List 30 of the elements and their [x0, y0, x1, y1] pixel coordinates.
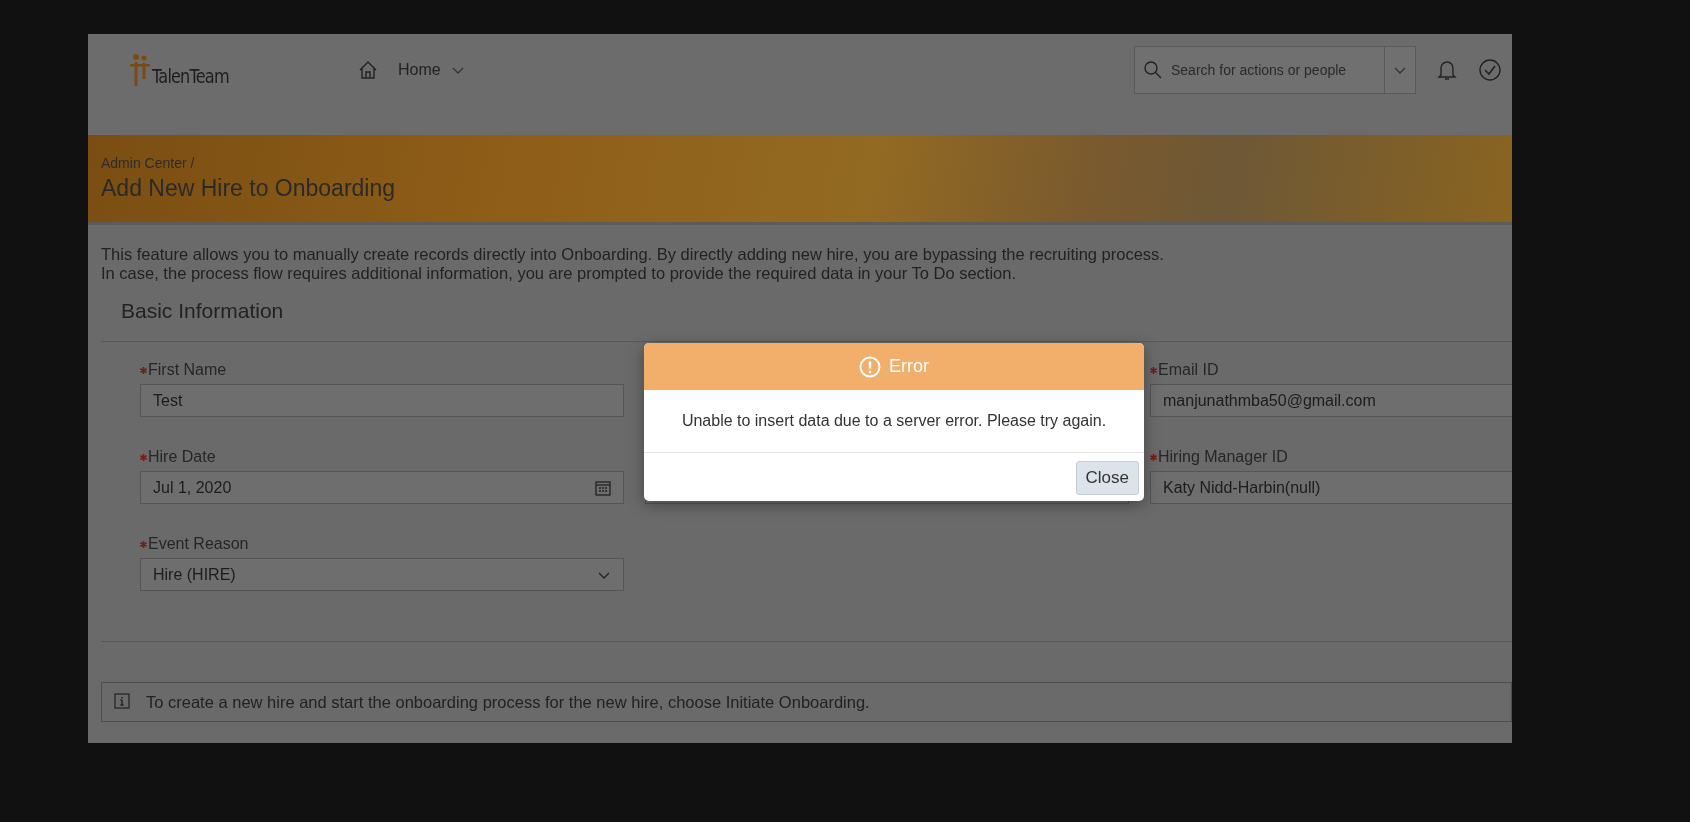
- field-label: Email ID: [1158, 361, 1219, 379]
- section-title: Basic Information: [121, 299, 285, 323]
- search-bar[interactable]: Search for actions or people: [1134, 45, 1416, 94]
- field-label: Event Reason: [148, 535, 249, 553]
- input-field[interactable]: Hire (HIRE): [140, 558, 624, 591]
- home-icon[interactable]: [358, 59, 378, 80]
- calendar-icon[interactable]: [595, 479, 611, 496]
- alert-icon: [859, 355, 881, 378]
- input-field[interactable]: Jul 1, 2020: [140, 471, 624, 504]
- check-circle-icon[interactable]: [1478, 57, 1502, 82]
- home-menu[interactable]: Home: [398, 60, 465, 79]
- input-field[interactable]: Test: [140, 384, 624, 417]
- info-text: To create a new hire and start the onboarding process for the new hire, choose Initiate Onboarding.: [146, 693, 870, 712]
- people-logo-icon: [130, 52, 150, 87]
- field-label: Hiring Manager ID: [1158, 448, 1288, 466]
- info-icon: [114, 693, 130, 709]
- input-field[interactable]: manjunathmba50@gmail.com: [1150, 384, 1512, 417]
- dialog-message: Unable to insert data due to a server error. Please try again.: [644, 390, 1144, 453]
- page-title: Add New Hire to Onboarding: [101, 175, 397, 202]
- close-button[interactable]: Close: [1075, 461, 1139, 495]
- intro-text: In case, the process flow requires additional information, you are prompted to provide the required data in your To Do section.: [101, 264, 1018, 283]
- breadcrumb-link[interactable]: Admin Center /: [101, 155, 1512, 171]
- field-label: First Name: [148, 361, 227, 379]
- field-label: Hire Date: [148, 448, 216, 466]
- intro-text: This feature allows you to manually create records directly into Onboarding. By directly adding new hire, you are bypassing the recruiting process.: [101, 245, 1165, 264]
- search-icon: [1143, 59, 1163, 80]
- logo-text: TalenTeam: [152, 64, 229, 87]
- search-input[interactable]: Search for actions or people: [1169, 60, 1378, 79]
- dialog-title: Error: [889, 356, 929, 377]
- input-field[interactable]: Katy Nidd-Harbin(null): [1150, 471, 1512, 504]
